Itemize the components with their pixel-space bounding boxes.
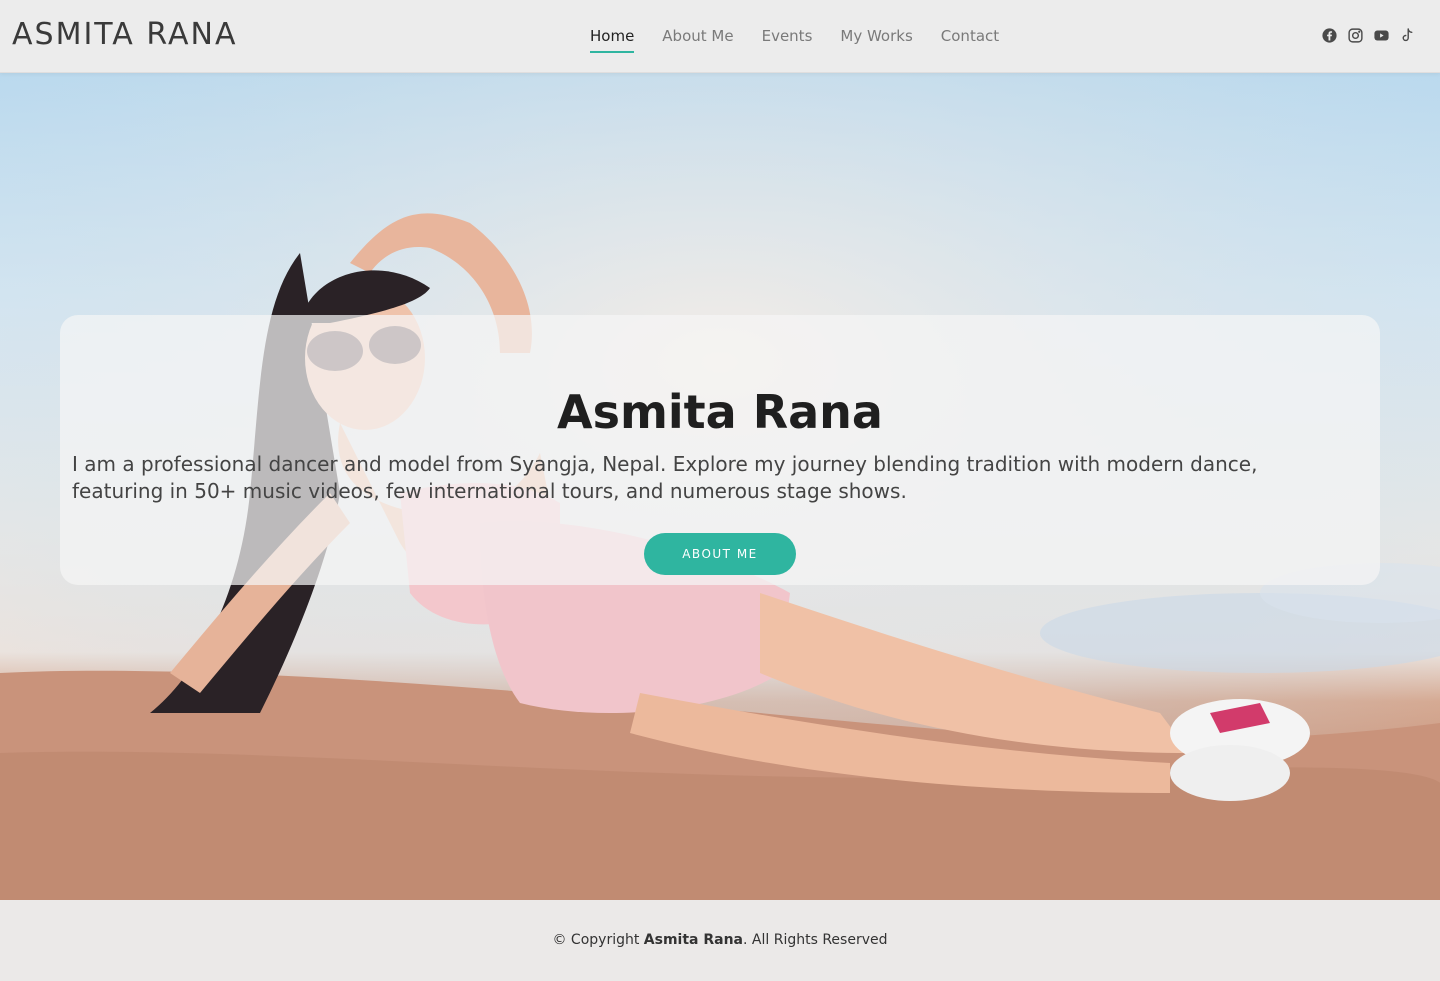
nav-home[interactable]: Home xyxy=(590,0,635,73)
nav-about-me[interactable]: About Me xyxy=(662,0,733,73)
hero-title: Asmita Rana xyxy=(557,385,883,439)
copyright-name: Asmita Rana xyxy=(643,932,744,948)
social-links xyxy=(1320,25,1416,45)
site-logo[interactable]: ASMITA RANA xyxy=(12,17,237,52)
nav-events[interactable]: Events xyxy=(762,0,813,73)
site-footer: © Copyright Asmita Rana. All Rights Rese… xyxy=(0,900,1440,981)
main-nav: Home About Me Events My Works Contact xyxy=(590,0,999,73)
hero-description: I am a professional dancer and model fro… xyxy=(72,452,1258,503)
hero-section: Asmita Rana I am a professional dancer a… xyxy=(0,73,1440,900)
site-header: ASMITA RANA Home About Me Events My Work… xyxy=(0,0,1440,73)
nav-my-works[interactable]: My Works xyxy=(840,0,912,73)
hero-card: Asmita Rana I am a professional dancer a… xyxy=(60,315,1380,585)
nav-contact[interactable]: Contact xyxy=(941,0,999,73)
youtube-icon[interactable] xyxy=(1372,25,1390,45)
copyright-prefix: © Copyright xyxy=(552,932,644,948)
about-me-button[interactable]: ABOUT ME xyxy=(644,533,796,575)
copyright-suffix: . All Rights Reserved xyxy=(743,932,888,948)
facebook-icon[interactable] xyxy=(1320,25,1338,45)
instagram-icon[interactable] xyxy=(1346,25,1364,45)
tiktok-icon[interactable] xyxy=(1398,25,1416,45)
